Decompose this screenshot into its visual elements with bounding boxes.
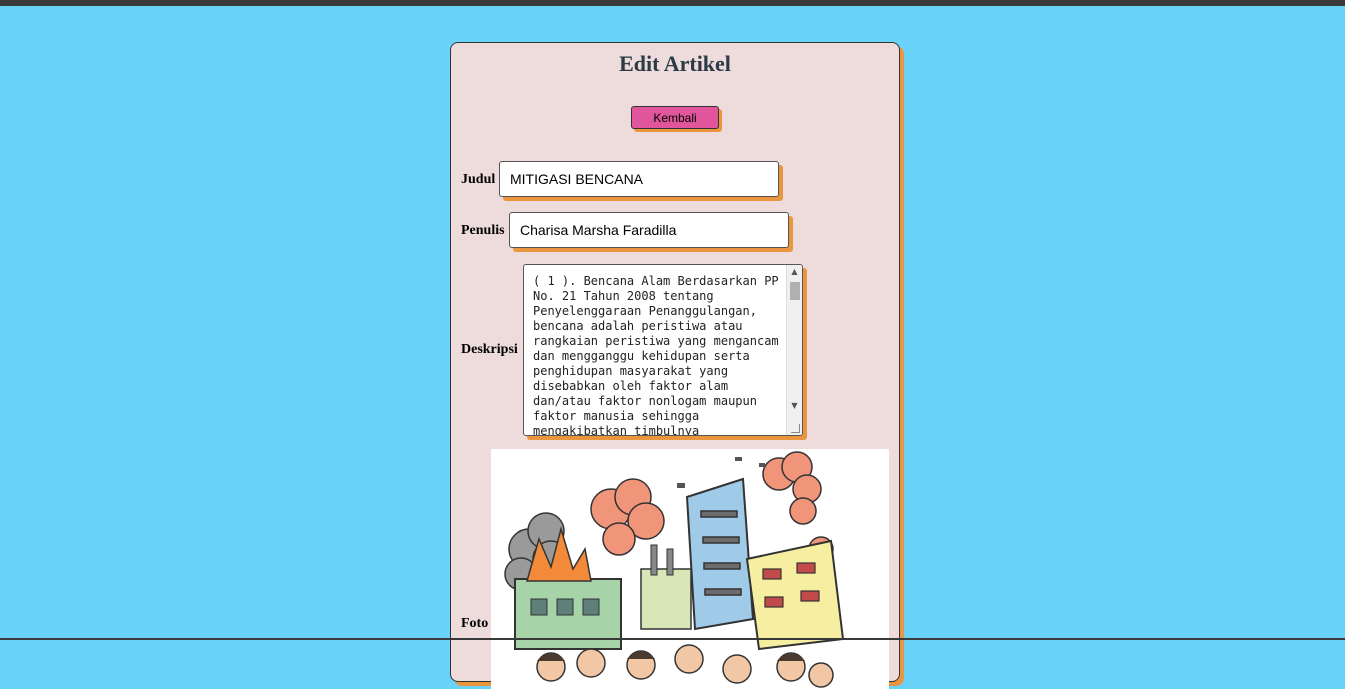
page-title: Edit Artikel <box>619 51 731 76</box>
textarea-scrollbar[interactable]: ▲ ▼ <box>786 265 802 435</box>
article-photo <box>491 449 889 689</box>
window-top-bar <box>0 0 1345 6</box>
penulis-label: Penulis <box>461 223 505 238</box>
deskripsi-text: ( 1 ). Bencana Alam Berdasarkan PP No. 2… <box>533 274 786 436</box>
scroll-down-arrow-icon[interactable]: ▼ <box>787 399 802 413</box>
judul-input[interactable] <box>499 161 779 197</box>
disaster-illustration-image <box>504 451 845 688</box>
scroll-thumb[interactable] <box>790 282 800 300</box>
foto-label: Foto <box>461 616 489 631</box>
back-button[interactable]: Kembali <box>631 106 719 129</box>
resize-handle-icon[interactable] <box>791 424 800 433</box>
deskripsi-textarea[interactable]: ( 1 ). Bencana Alam Berdasarkan PP No. 2… <box>523 264 803 436</box>
penulis-input[interactable] <box>509 212 789 248</box>
edit-article-card: Edit Artikel Kembali Judul Penulis Deskr… <box>450 42 900 689</box>
deskripsi-label: Deskripsi <box>461 342 518 357</box>
scroll-up-arrow-icon[interactable]: ▲ <box>787 265 802 279</box>
judul-label: Judul <box>461 172 496 187</box>
